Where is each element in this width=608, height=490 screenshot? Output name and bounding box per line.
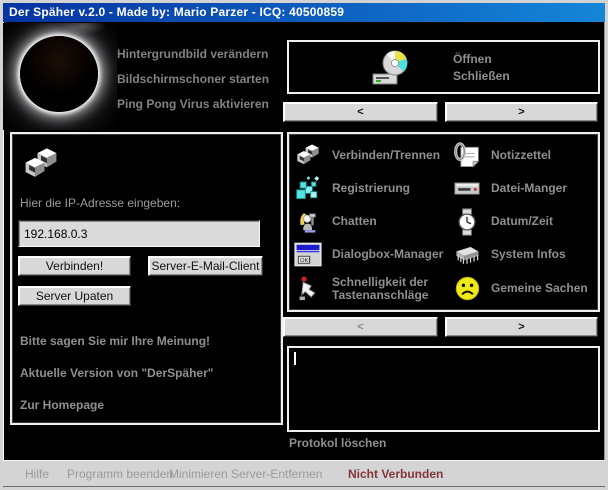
feature-label: Verbinden/Trennen	[332, 149, 440, 162]
feature-label: Datum/Zeit	[491, 215, 553, 228]
wristwatch-icon	[452, 207, 482, 237]
chip-icon	[452, 240, 482, 270]
feature-panel: Verbinden/Trennen Notizzettel	[287, 132, 600, 312]
cd-next-button[interactable]: >	[445, 102, 598, 122]
link-feedback[interactable]: Bitte sagen Sie mir Ihre Meinung!	[20, 334, 210, 348]
log-next-button[interactable]: >	[445, 317, 598, 337]
clear-protocol-button[interactable]: Protokol löschen	[289, 436, 386, 450]
eclipse-flare	[61, 23, 107, 35]
feature-datei-manager[interactable]: Datei-Manger	[452, 172, 598, 205]
cd-close-label[interactable]: Schließen	[453, 68, 510, 85]
feature-label: Datei-Manger	[491, 182, 567, 195]
feature-label: Dialogbox-Manager	[332, 248, 443, 261]
text-caret	[294, 352, 296, 365]
eclipse-photo	[3, 23, 117, 130]
statusbar-server-entfernen[interactable]: Server-Entfernen	[231, 467, 322, 481]
feature-datum-zeit[interactable]: Datum/Zeit	[452, 205, 598, 238]
svg-text:OK!: OK!	[300, 258, 310, 264]
feature-notizzettel[interactable]: Notizzettel	[452, 139, 598, 172]
eclipse-corona	[20, 36, 98, 112]
drive-icon	[452, 174, 482, 204]
computers-icon	[20, 146, 62, 184]
cd-open-label[interactable]: Öffnen	[453, 51, 510, 68]
link-start-screensaver[interactable]: Bildschirmschoner starten	[117, 72, 269, 86]
feature-chatten[interactable]: Chatten	[293, 205, 448, 238]
notepad-icon	[452, 141, 482, 171]
cd-drive-icon[interactable]	[371, 49, 411, 87]
link-homepage[interactable]: Zur Homepage	[20, 398, 104, 412]
chat-person-icon	[293, 207, 323, 237]
ip-address-label: Hier die IP-Adresse eingeben:	[20, 196, 180, 210]
feature-system-infos[interactable]: System Infos	[452, 238, 598, 271]
statusbar: Hilfe Programm beenden Minimieren Server…	[3, 460, 605, 487]
feature-label: System Infos	[491, 248, 566, 261]
ip-address-input[interactable]	[18, 220, 260, 247]
link-activate-pingpong-virus[interactable]: Ping Pong Virus aktivieren	[117, 97, 269, 111]
computers-icon	[293, 141, 323, 171]
feature-label: Schnelligkeit der Tastenanschläge	[332, 276, 444, 302]
feature-dialogbox-manager[interactable]: OK! Dialogbox-Manager	[293, 238, 448, 271]
connect-button[interactable]: Verbinden!	[18, 256, 131, 276]
sad-face-icon	[452, 274, 482, 304]
hand-icon	[293, 274, 323, 304]
log-prev-button[interactable]: <	[283, 317, 438, 337]
statusbar-programm-beenden[interactable]: Programm beenden	[67, 467, 173, 481]
link-current-version[interactable]: Aktuelle Version von "DerSpäher"	[20, 366, 213, 380]
server-update-button[interactable]: Server Upaten	[18, 286, 131, 306]
feature-label: Chatten	[332, 215, 377, 228]
feature-registrierung[interactable]: Registrierung	[293, 172, 448, 205]
protocol-log-box[interactable]	[287, 346, 600, 432]
server-email-client-button[interactable]: Server-E-Mail-Client	[148, 256, 263, 276]
dialog-window-icon: OK!	[293, 240, 323, 270]
feature-label: Notizzettel	[491, 149, 551, 162]
cd-group-box: Öffnen Schließen	[287, 40, 600, 94]
connection-panel: Hier die IP-Adresse eingeben: Verbinden!…	[10, 132, 283, 425]
link-change-wallpaper[interactable]: Hintergrundbild verändern	[117, 47, 268, 61]
statusbar-hilfe[interactable]: Hilfe	[25, 467, 49, 481]
feature-verbinden-trennen[interactable]: Verbinden/Trennen	[293, 139, 448, 172]
window-title: Der Späher v.2.0 - Made by: Mario Parzer…	[9, 5, 344, 19]
connection-status: Nicht Verbunden	[348, 467, 443, 481]
feature-label: Gemeine Sachen	[491, 282, 588, 295]
feature-label: Registrierung	[332, 182, 410, 195]
feature-gemeine-sachen[interactable]: Gemeine Sachen	[452, 272, 598, 305]
registry-cubes-icon	[293, 174, 323, 204]
feature-tastenanschlaege[interactable]: Schnelligkeit der Tastenanschläge	[293, 272, 448, 305]
statusbar-minimieren[interactable]: Minimieren	[169, 467, 228, 481]
cd-prev-button[interactable]: <	[283, 102, 438, 122]
app-window: Der Späher v.2.0 - Made by: Mario Parzer…	[0, 0, 608, 490]
titlebar[interactable]: Der Späher v.2.0 - Made by: Mario Parzer…	[3, 3, 605, 22]
